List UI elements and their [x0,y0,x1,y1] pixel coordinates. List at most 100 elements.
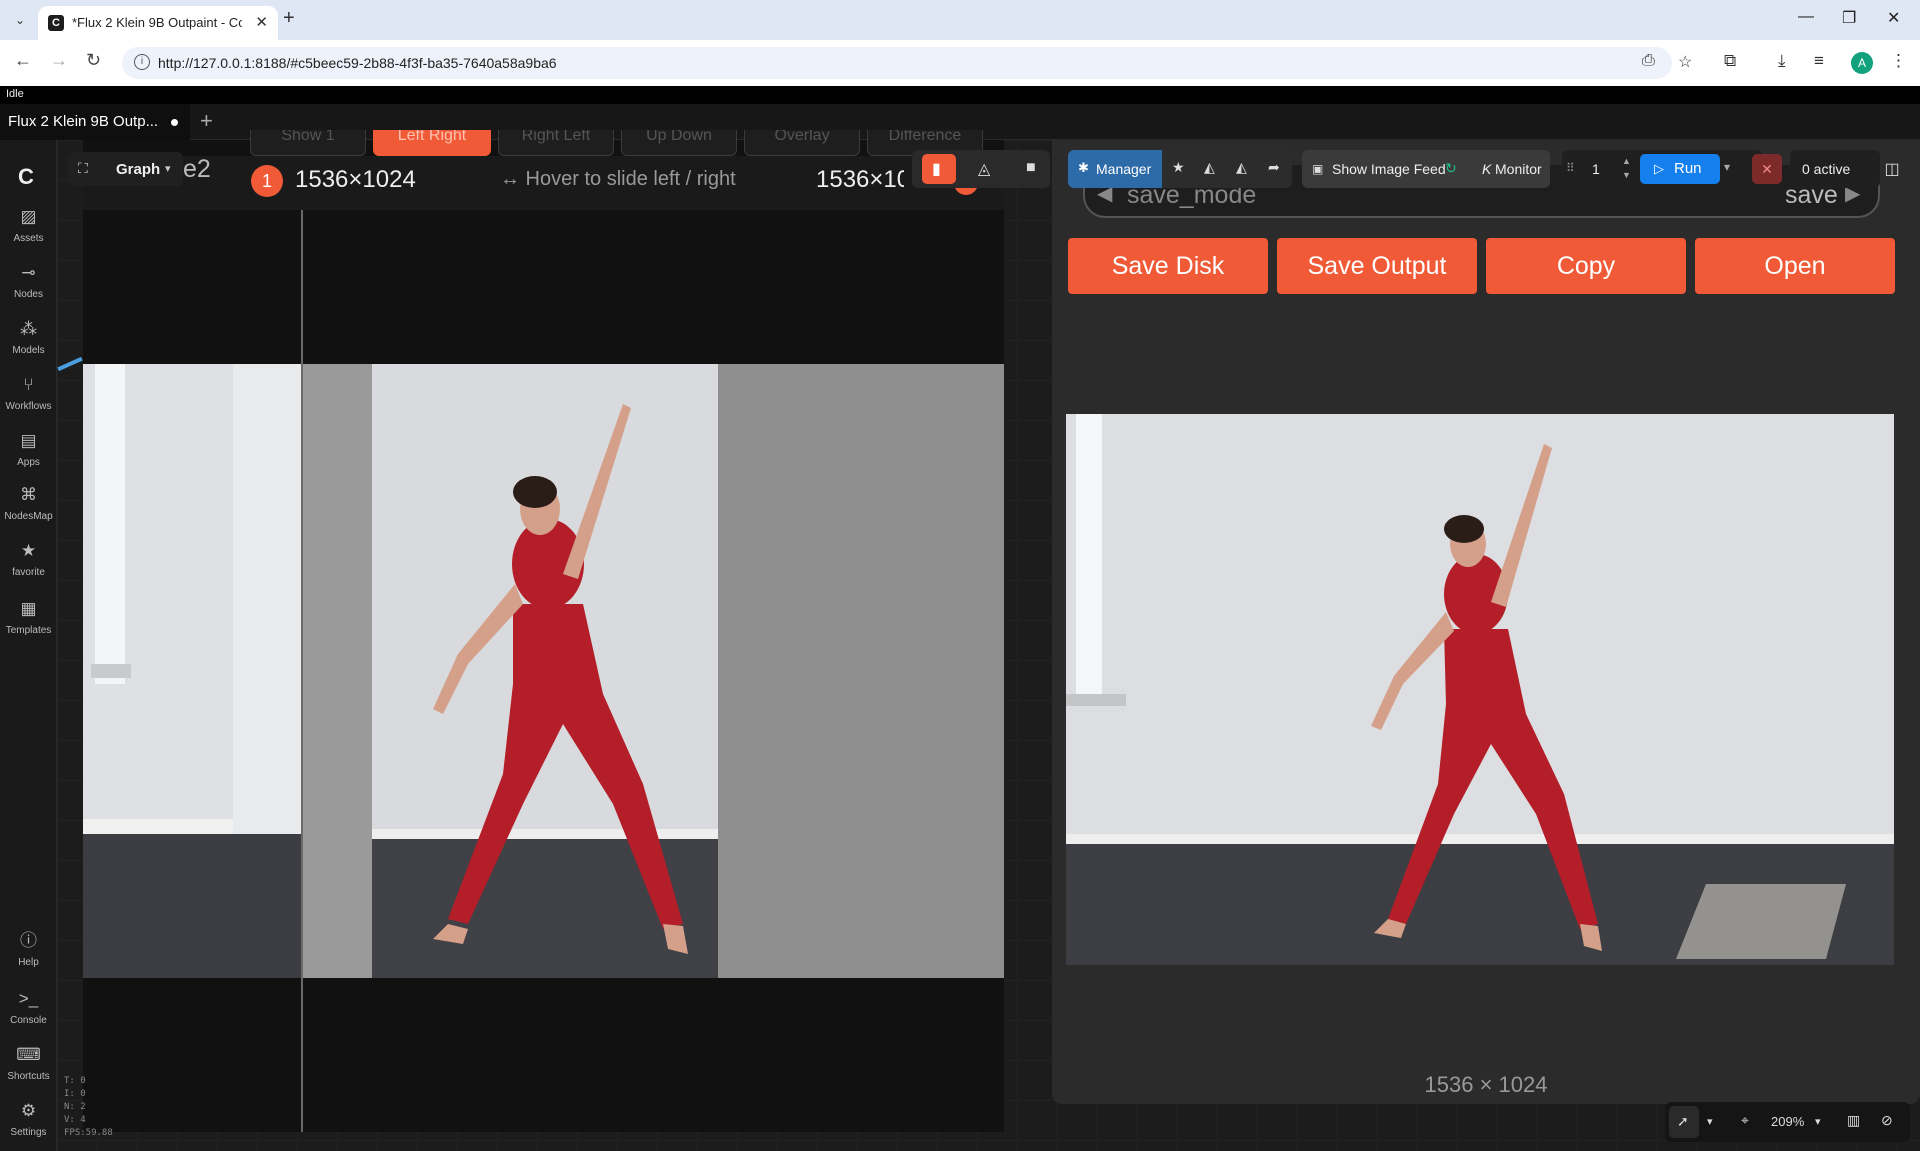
save-output-button[interactable]: Save Output [1277,238,1477,294]
zoom-level[interactable]: 209% [1771,1114,1804,1129]
sidebar-item-assets[interactable]: ▨ Assets [0,206,57,244]
sidebar-item-label: Nodes [14,289,43,300]
star-icon[interactable]: ★ [1172,159,1185,176]
mode-tab-left-right[interactable]: Left Right [373,130,491,156]
audio-wave-button[interactable]: ▮ [922,154,956,184]
share-icon[interactable]: ➦ [1268,159,1280,176]
install-app-icon[interactable]: ⎙ [1642,52,1655,70]
site-info-icon[interactable]: i [134,54,150,70]
sidebar-item-models[interactable]: ⁂ Models [0,318,57,356]
open-button[interactable]: Open [1695,238,1895,294]
sidebar-item-label: Help [18,957,39,968]
mode-tab-overlay[interactable]: Overlay [744,130,860,156]
mode-tab-right-left[interactable]: Right Left [498,130,614,156]
reload-icon[interactable]: ↻ [86,50,101,71]
copy-button[interactable]: Copy [1486,238,1686,294]
sidebar-item-nodes[interactable]: ⊸ Nodes [0,262,57,300]
extensions-icon[interactable]: ⧉ [1724,51,1736,71]
workflows-icon: ⑂ [23,375,34,394]
close-tab-icon[interactable]: ✕ [255,13,268,31]
mode-tab-up-down[interactable]: Up Down [621,130,737,156]
models-icon: ⁂ [20,319,37,338]
url-text[interactable]: http://127.0.0.1:8188/#c5beec59-2b88-4f3… [158,55,557,71]
assets-icon: ▨ [20,207,37,226]
compare-image[interactable] [83,364,1004,978]
mode-tab-show1[interactable]: Show 1 [250,130,366,156]
pointer-icon: ➚ [1677,1113,1689,1129]
stat-line: T: 0 [64,1076,86,1086]
save-disk-button[interactable]: Save Disk [1068,238,1268,294]
downloads-icon[interactable]: ⤓ [1778,51,1786,71]
graph-menu-button[interactable]: ⛶ Graph ▾ [68,152,183,186]
browser-menu-icon[interactable]: ⋮ [1890,51,1907,71]
new-workflow-button[interactable]: + [200,108,213,134]
sidebar-item-favorite[interactable]: ★ favorite [0,540,57,578]
monitor-button[interactable]: Monitor [1495,161,1542,177]
apps-icon: ▤ [20,431,37,450]
run-label: Run [1674,160,1702,177]
queue-status[interactable]: 0 active [1790,150,1880,188]
sidebar-item-apps[interactable]: ▤ Apps [0,430,57,468]
settings-icon: ⚙ [20,1101,37,1120]
quick-tools-group: ▮ ◬ ■ [912,150,1050,188]
preview-image [1066,414,1894,965]
browser-tabstrip: ⌄ C *Flux 2 Klein 9B Outpaint - ComfyUI … [0,0,1920,40]
batch-stepper-icon[interactable]: ▲ ▼ [1622,154,1631,182]
workflow-tab[interactable]: Flux 2 Klein 9B Outp... [0,104,190,140]
address-toolbar: ← → ↻ i http://127.0.0.1:8188/#c5beec59-… [0,40,1920,86]
sidebar-item-console[interactable]: >_ Console [0,988,57,1026]
select-mode-button[interactable]: ➚ [1669,1106,1699,1138]
right-image-size: 1536×1024 [816,166,904,193]
restore-icon[interactable]: ❐ [1842,8,1856,28]
close-window-icon[interactable]: ✕ [1887,8,1900,28]
new-tab-button[interactable]: + [283,7,295,30]
preview-dimensions: 1536 × 1024 [1424,1072,1548,1097]
back-icon[interactable]: ← [14,50,32,71]
model-icon-b[interactable]: ◭ [1236,159,1247,176]
sidebar-item-label: Console [10,1015,47,1026]
minimap-icon[interactable]: ▥ [1847,1112,1860,1129]
model-icon-a[interactable]: ◭ [1204,159,1215,176]
image-feed-group: ▣ Show Image Feed ↻ K Monitor [1302,150,1550,188]
preview-image-photo [1066,414,1894,965]
sidebar-item-help[interactable]: ⓘ Help [0,930,57,968]
browser-tab[interactable]: C *Flux 2 Klein 9B Outpaint - ComfyUI ✕ [38,6,278,40]
profile-avatar[interactable]: A [1851,52,1873,74]
status-line: Idle [0,86,1920,104]
compare-slider-line[interactable] [301,210,303,1132]
sidebar-item-shortcuts[interactable]: ⌨ Shortcuts [0,1044,57,1082]
bookmark-star-icon[interactable]: ☆ [1678,52,1692,72]
comfy-logo-icon[interactable]: C [18,164,34,190]
mode-chevron-icon[interactable]: ▾ [1707,1115,1713,1128]
refresh-icon[interactable]: ↻ [1445,160,1457,177]
forward-icon[interactable]: → [50,50,68,71]
templates-icon: ▦ [20,599,37,618]
crystools-icon[interactable]: ◬ [978,159,990,179]
toggle-panel-icon[interactable]: ◫ [1878,156,1906,184]
sidebar-item-workflows[interactable]: ⑂ Workflows [0,374,57,412]
shortcuts-icon: ⌨ [16,1045,41,1064]
run-button[interactable]: ▷ Run [1640,154,1720,184]
hide-links-icon[interactable]: ⊘ [1881,1112,1893,1129]
address-bar[interactable]: i http://127.0.0.1:8188/#c5beec59-2b88-4… [122,47,1692,79]
batch-count-input[interactable]: 1 [1592,161,1600,177]
manager-button[interactable]: ✱ Manager [1068,150,1162,188]
show-image-feed-button[interactable]: Show Image Feed [1332,161,1446,177]
drag-handle-icon[interactable]: ⠿ [1566,161,1575,175]
sidebar-item-label: Models [12,345,45,356]
bookmark-icon[interactable]: ■ [1026,159,1036,177]
run-options-chevron-icon[interactable]: ▾ [1724,160,1730,174]
tab-search-chevron-icon[interactable]: ⌄ [8,8,32,32]
stat-line: V: 4 [64,1115,86,1125]
sidebar-item-settings[interactable]: ⚙ Settings [0,1100,57,1138]
cancel-run-button[interactable]: ✕ [1752,154,1782,184]
minimize-icon[interactable]: — [1798,8,1814,26]
zoom-chevron-icon[interactable]: ▾ [1815,1115,1821,1128]
sidebar-item-templates[interactable]: ▦ Templates [0,598,57,636]
sidebar-item-label: Assets [13,233,44,244]
sidebar-item-nodesmap[interactable]: ⌘ NodesMap [0,484,57,522]
node-title-fragment: e2 [183,155,211,183]
media-control-icon[interactable]: ≡ [1814,51,1824,71]
fit-view-icon[interactable]: ⌖ [1741,1112,1749,1129]
canvas-controls: ➚ ▾ ⌖ 209% ▾ ▥ ⊘ [1665,1102,1910,1142]
